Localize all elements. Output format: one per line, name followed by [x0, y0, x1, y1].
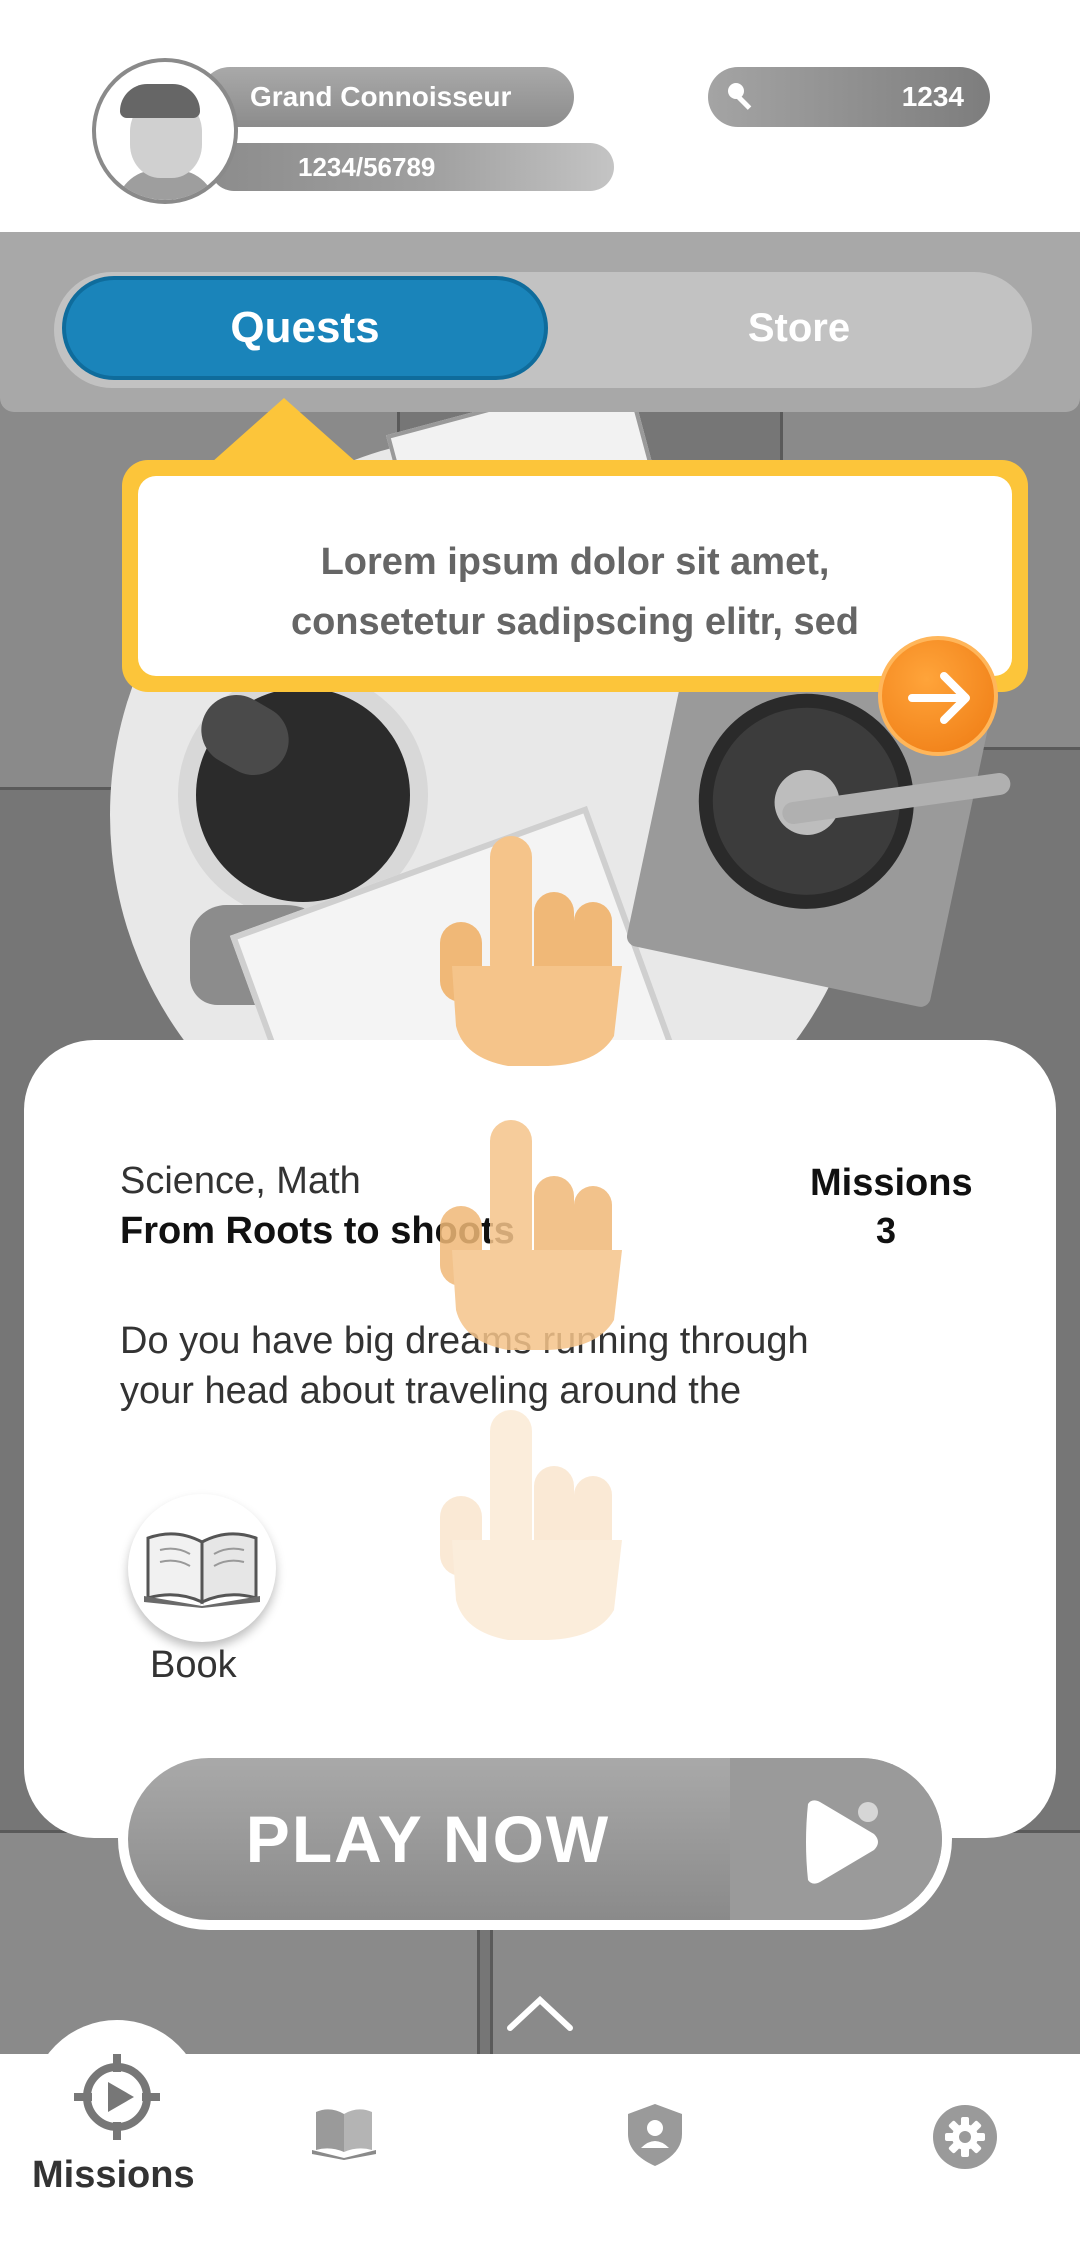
profile-shield-icon[interactable] — [626, 2104, 684, 2166]
swipe-hint-hand-icon — [440, 836, 622, 1066]
rank-title-pill: Grand Connoisseur — [200, 67, 574, 127]
key-count: 1234 — [901, 81, 964, 112]
swipe-hint-hand-icon — [440, 1120, 622, 1350]
key-icon — [728, 83, 752, 110]
settings-gear-icon[interactable] — [932, 2104, 998, 2170]
tab-store[interactable]: Store — [574, 276, 1024, 380]
missions-compass-icon[interactable] — [72, 2052, 162, 2142]
tooltip-text-line: consetetur sadipscing elitr, sed — [290, 601, 860, 643]
play-icon — [806, 1800, 878, 1884]
missions-count: 3 — [876, 1210, 897, 1251]
tooltip-next-button[interactable] — [878, 636, 998, 756]
open-book-icon — [144, 1532, 260, 1608]
tab-quests[interactable]: Quests — [62, 276, 548, 380]
tab-track: Quests Store — [54, 272, 1032, 388]
arrow-right-icon — [908, 672, 970, 724]
nav-missions-label[interactable]: Missions — [32, 2154, 195, 2197]
profile-header: Grand Connoisseur 1234/56789 1234 — [0, 0, 1080, 232]
play-now-button-face: PLAY NOW — [128, 1758, 942, 1920]
swipe-hint-hand-icon — [440, 1410, 622, 1640]
key-counter[interactable]: 1234 — [708, 67, 990, 127]
xp-progress-text: 1234/56789 — [298, 152, 436, 182]
book-resource-button[interactable] — [128, 1494, 276, 1642]
avatar-cap — [120, 84, 200, 118]
quest-subjects: Science, Math — [120, 1160, 361, 1202]
tab-bar: Quests Store — [0, 232, 1080, 412]
xp-progress-bar: 1234/56789 — [210, 143, 614, 191]
book-resource-label: Book — [150, 1644, 237, 1686]
book-icon[interactable] — [312, 2106, 376, 2160]
rank-title: Grand Connoisseur — [250, 81, 512, 112]
avatar[interactable] — [92, 58, 238, 204]
play-now-label: PLAY NOW — [245, 1802, 611, 1876]
play-now-button[interactable]: PLAY NOW — [118, 1748, 952, 1930]
missions-label: Missions — [810, 1162, 973, 1204]
chevron-up-icon[interactable] — [506, 1994, 574, 2034]
tooltip-text-line: Lorem ipsum dolor sit amet, — [320, 541, 830, 583]
tutorial-tooltip-body: Lorem ipsum dolor sit amet, consetetur s… — [138, 476, 1012, 676]
